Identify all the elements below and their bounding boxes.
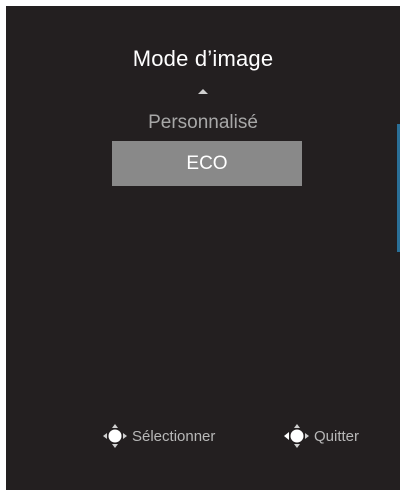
joystick-center-icon [103, 424, 127, 448]
menu-title: Mode d’image [132, 46, 274, 71]
quit-hint-label: Quitter [314, 427, 360, 445]
select-hint: Sélectionner [102, 422, 215, 450]
scroll-indicator [397, 124, 400, 252]
osd-menu-panel: Mode d’image Personnalisé ECO Sélectionn… [6, 6, 400, 490]
scroll-up-arrow-icon[interactable] [198, 89, 208, 94]
option-personnalise[interactable]: Personnalisé [6, 112, 400, 134]
select-hint-label: Sélectionner [132, 427, 216, 445]
joystick-left-icon [284, 424, 309, 448]
option-eco-label: ECO [186, 152, 228, 174]
option-eco-selected[interactable]: ECO [112, 141, 302, 186]
quit-hint: Quitter [284, 422, 359, 450]
